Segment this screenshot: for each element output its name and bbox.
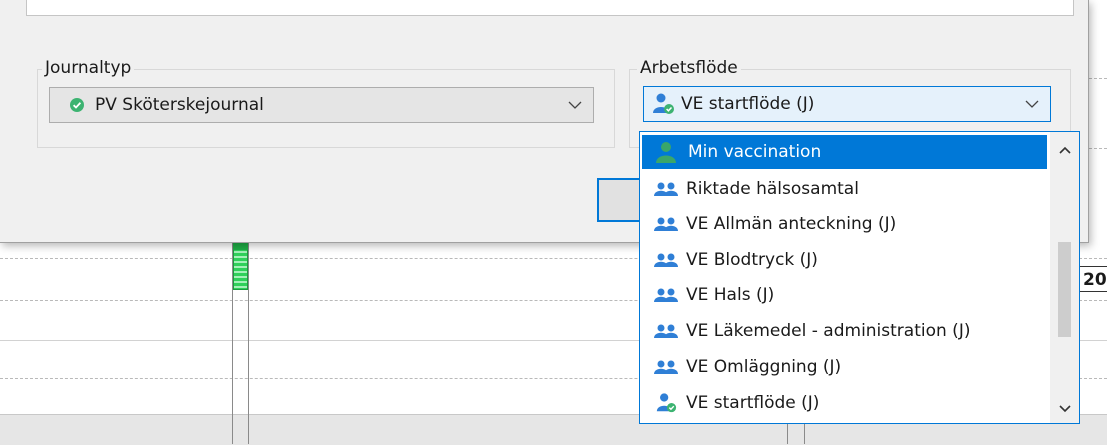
vertical-scrollbar[interactable] xyxy=(1050,132,1079,423)
list-item[interactable]: VE Hals (J) xyxy=(642,278,1047,312)
users-group-icon xyxy=(654,217,678,231)
scroll-down-arrow-icon[interactable] xyxy=(1050,397,1079,421)
list-item[interactable]: VE Allmän anteckning (J) xyxy=(642,207,1047,241)
arbetsflode-dropdown-list[interactable]: Min vaccination Riktade hälsosamtal VE A… xyxy=(639,131,1080,424)
list-item[interactable]: VE Blodtryck (J) xyxy=(642,243,1047,277)
edge-label: 20 xyxy=(1078,266,1107,292)
list-item-label: VE startflöde (J) xyxy=(686,393,820,413)
journaltyp-value: PV Sköterskejournal xyxy=(95,95,264,115)
journaltyp-combobox[interactable]: PV Sköterskejournal xyxy=(49,87,594,123)
list-item[interactable]: VE startflöde (J) xyxy=(642,386,1047,420)
green-check-circle-icon xyxy=(70,98,84,112)
list-item[interactable]: VE Omläggning (J) xyxy=(642,350,1047,384)
arbetsflode-label: Arbetsflöde xyxy=(637,58,741,78)
users-group-icon xyxy=(654,288,678,302)
users-group-icon xyxy=(654,360,678,374)
journaltyp-label: Journaltyp xyxy=(42,58,135,78)
list-item-label: VE Läkemedel - administration (J) xyxy=(686,321,971,341)
list-item-label: VE Allmän anteckning (J) xyxy=(686,214,897,234)
list-item[interactable]: VE Läkemedel - administration (J) xyxy=(642,314,1047,348)
list-item-label: Min vaccination xyxy=(688,142,822,162)
chevron-down-icon[interactable] xyxy=(567,88,583,122)
list-item-label: Riktade hälsosamtal xyxy=(686,179,859,199)
chevron-down-icon[interactable] xyxy=(1024,87,1040,121)
list-item-label: VE Omläggning (J) xyxy=(686,357,842,377)
progress-column-cap xyxy=(233,242,248,250)
users-group-icon xyxy=(654,253,678,267)
user-workflow-icon xyxy=(656,393,677,413)
list-item[interactable]: Min vaccination xyxy=(642,135,1047,169)
list-item-label: VE Blodtryck (J) xyxy=(686,250,818,270)
arbetsflode-combobox[interactable]: VE startflöde (J) xyxy=(643,86,1051,122)
scroll-up-arrow-icon[interactable] xyxy=(1050,138,1079,162)
arbetsflode-value: VE startflöde (J) xyxy=(681,94,815,114)
users-group-icon xyxy=(654,182,678,196)
text-area[interactable] xyxy=(26,0,1074,16)
scrollbar-thumb[interactable] xyxy=(1058,242,1071,337)
person-icon xyxy=(656,142,676,163)
list-item[interactable]: Riktade hälsosamtal xyxy=(642,172,1047,206)
users-group-icon xyxy=(654,324,678,338)
user-workflow-icon xyxy=(653,93,674,114)
list-item-label: VE Hals (J) xyxy=(686,285,775,305)
column-divider xyxy=(248,240,249,444)
